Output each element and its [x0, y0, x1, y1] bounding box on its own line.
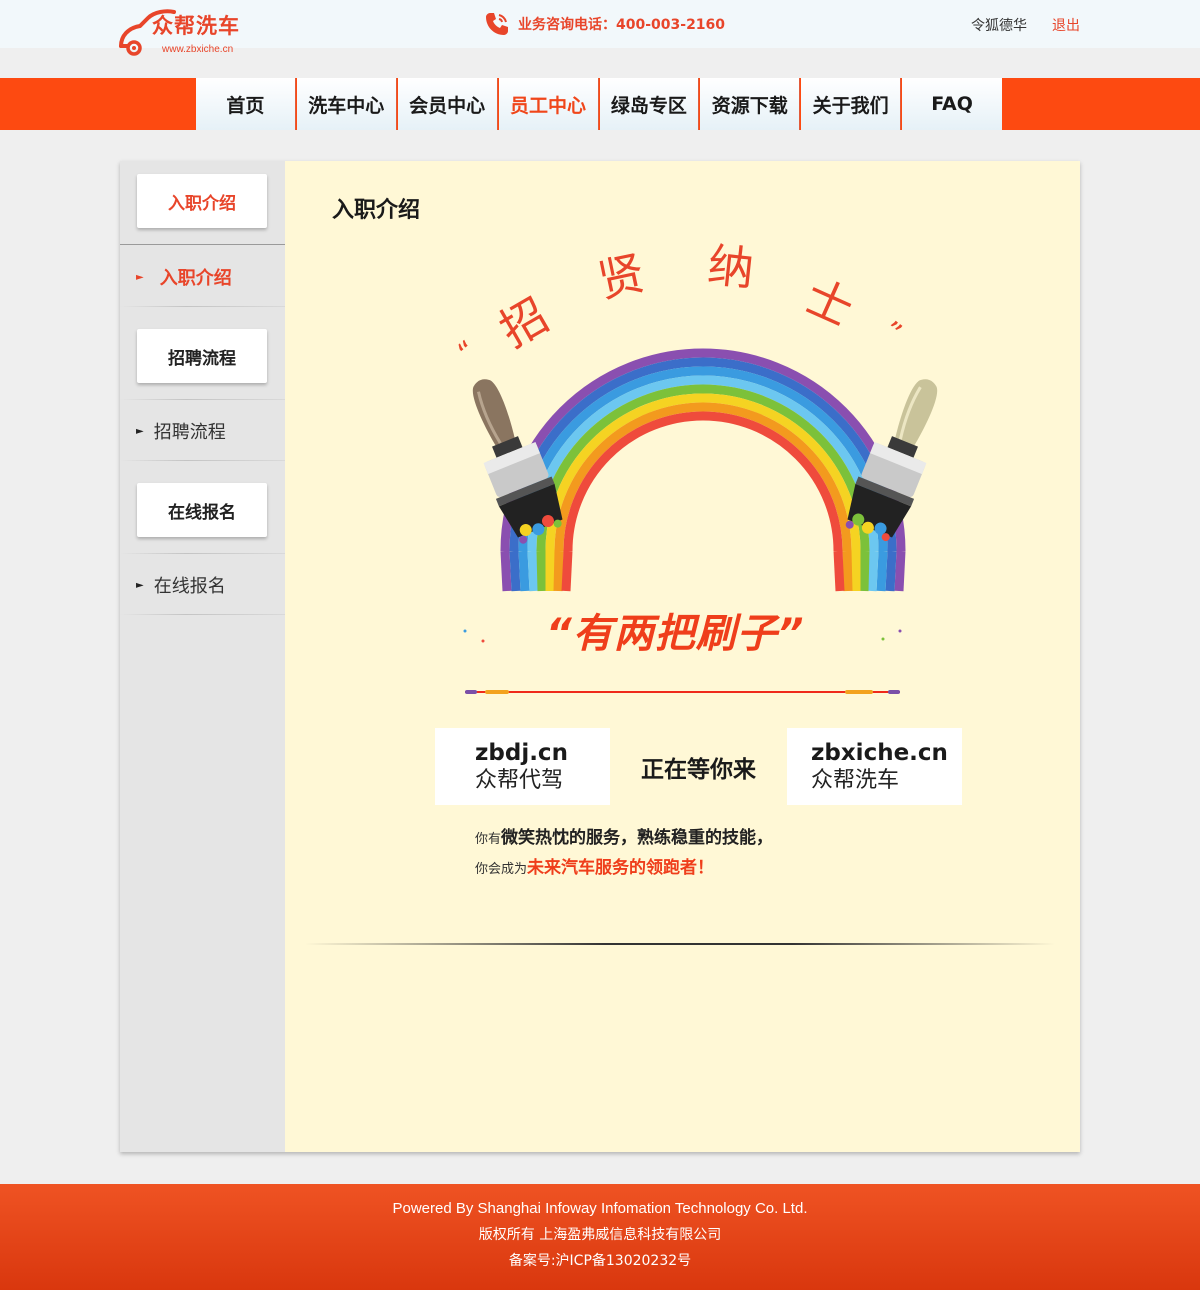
sidebar-link-label: 在线报名 — [153, 576, 226, 597]
description-prefix: 你有 — [475, 832, 502, 847]
sidebar-link-label: 招聘流程 — [153, 422, 226, 443]
waiting-card: 正在等你来 — [610, 728, 787, 805]
description-highlight: 未来汽车服务的领跑者！ — [527, 858, 715, 878]
arrow-right-icon: ► — [136, 579, 144, 591]
description-line-2: 你会成为未来汽车服务的领跑者！ — [475, 853, 714, 878]
logout-link[interactable]: 退出 — [1052, 15, 1080, 35]
sidebar-link-online-apply[interactable]: ► 在线报名 — [120, 555, 285, 615]
nav-item-downloads[interactable]: 资源下载 — [700, 78, 801, 130]
main-nav: 首页 洗车中心 会员中心 员工中心 绿岛专区 资源下载 关于我们 FAQ — [0, 78, 1200, 130]
sidebar-card-recruit-process[interactable]: 招聘流程 — [137, 329, 267, 383]
sidebar: 入职介绍 ► 入职介绍 招聘流程 ► 招聘流程 在线报名 ► 在线报名 — [120, 161, 285, 1152]
description-line-1: 你有微笑热忱的服务，熟练稳重的技能， — [475, 823, 773, 848]
nav-items: 首页 洗车中心 会员中心 员工中心 绿岛专区 资源下载 关于我们 FAQ — [196, 78, 1003, 130]
description-prefix: 你会成为 — [475, 862, 528, 877]
description-main: 微笑热忱的服务，熟练稳重的技能， — [501, 828, 774, 848]
main-panel: 入职介绍 ► 入职介绍 招聘流程 ► 招聘流程 在线报名 ► 在线报名 入职介绍… — [120, 161, 1080, 1152]
footer-copyright: 版权所有 上海盈弗威信息科技有限公司 — [478, 1227, 722, 1243]
brand-cards: zbdj.cn 众帮代驾 正在等你来 zbxiche.cn 众帮洗车 — [435, 728, 962, 805]
headline-char: 士 — [797, 269, 861, 337]
sidebar-card-online-apply[interactable]: 在线报名 — [137, 483, 267, 537]
footer: Powered By Shanghai Infoway Infomation T… — [0, 1184, 1200, 1290]
headline-char: 贤 — [593, 246, 649, 308]
sidebar-link-onboarding[interactable]: ► 入职介绍 — [120, 247, 285, 307]
nav-item-home[interactable]: 首页 — [196, 78, 296, 130]
sidebar-divider — [120, 399, 285, 400]
brand-name: 众帮洗车 — [811, 767, 900, 793]
nav-item-green-island[interactable]: 绿岛专区 — [599, 78, 700, 130]
logo[interactable]: 众帮洗车 www.zbxiche.cn — [118, 4, 258, 56]
sidebar-divider — [120, 306, 285, 307]
headline-char: ” — [876, 314, 908, 349]
sidebar-divider — [120, 553, 285, 554]
page-title: 入职介绍 — [332, 198, 421, 223]
footer-powered-by: Powered By Shanghai Infoway Infomation T… — [392, 1200, 808, 1217]
logo-name: 众帮洗车 — [152, 14, 240, 38]
nav-item-about-us[interactable]: 关于我们 — [801, 78, 902, 130]
nav-item-member-center[interactable]: 会员中心 — [397, 78, 498, 130]
divider — [305, 943, 1055, 945]
arrow-right-icon: ► — [136, 271, 144, 283]
brand-domain: zbxiche.cn — [811, 739, 948, 766]
slogan: “有两把刷子” — [546, 611, 805, 657]
headline-char: 纳 — [705, 238, 756, 297]
user-name[interactable]: 令狐德华 — [971, 15, 1027, 35]
footer-icp: 备案号:沪ICP备13020232号 — [508, 1253, 692, 1269]
brand-domain: zbdj.cn — [475, 739, 568, 766]
sidebar-divider — [120, 244, 285, 245]
headline-char: 招 — [491, 288, 558, 358]
sidebar-divider — [120, 614, 285, 615]
phone-icon — [486, 13, 508, 35]
sidebar-link-label: 入职介绍 — [159, 268, 232, 289]
brand-name: 众帮代驾 — [475, 767, 564, 793]
brand-card-zbdj[interactable]: zbdj.cn 众帮代驾 — [435, 728, 610, 805]
headline-char: “ — [451, 334, 483, 369]
top-bar: 众帮洗车 www.zbxiche.cn 业务咨询电话：400-003-2160 … — [0, 0, 1200, 56]
nav-item-faq[interactable]: FAQ — [902, 78, 1002, 130]
sidebar-link-recruit-process[interactable]: ► 招聘流程 — [120, 401, 285, 461]
arrow-right-icon: ► — [136, 425, 144, 437]
hotline: 业务咨询电话：400-003-2160 — [484, 12, 725, 36]
hotline-text: 业务咨询电话：400-003-2160 — [518, 17, 726, 33]
nav-item-wash-center[interactable]: 洗车中心 — [296, 78, 397, 130]
sidebar-card-onboarding[interactable]: 入职介绍 — [137, 174, 267, 228]
sidebar-divider — [120, 460, 285, 461]
nav-item-staff-center[interactable]: 员工中心 — [498, 78, 599, 130]
logo-url: www.zbxiche.cn — [162, 44, 234, 55]
brand-card-zbxiche[interactable]: zbxiche.cn 众帮洗车 — [787, 728, 962, 805]
